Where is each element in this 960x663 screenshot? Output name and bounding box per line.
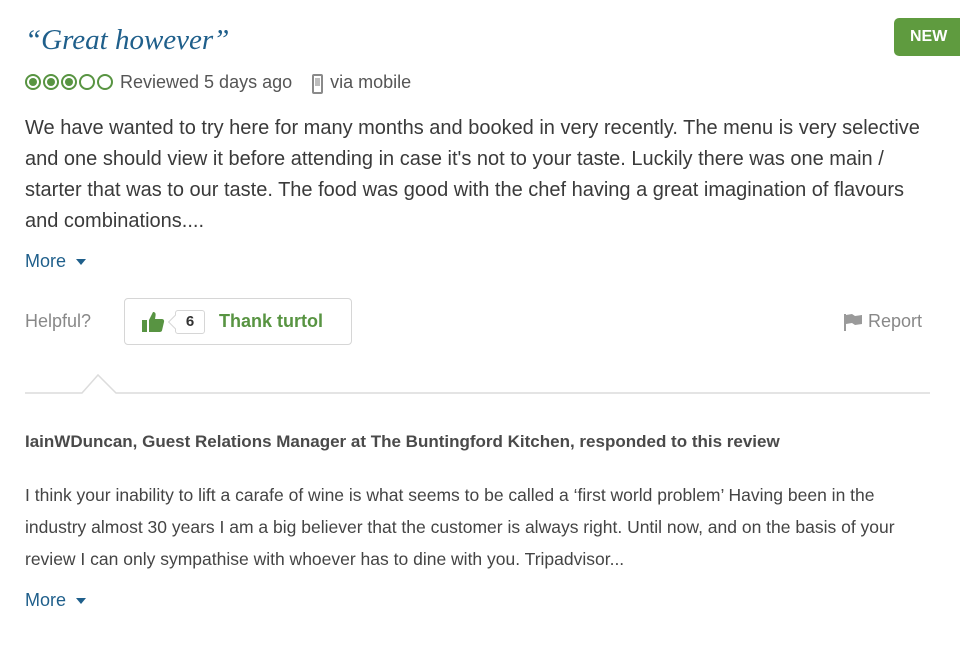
via-mobile-label: via mobile — [330, 71, 412, 92]
bubble-rating — [25, 74, 113, 90]
flag-icon — [844, 313, 862, 331]
review-date: Reviewed 5 days ago — [120, 71, 293, 92]
bubble-filled-icon — [43, 74, 59, 90]
thumbs-up-icon — [142, 311, 165, 332]
thank-label: Thank turtol — [219, 311, 323, 331]
review-title[interactable]: “Great however” — [25, 24, 229, 57]
mobile-icon — [312, 74, 324, 94]
review-more-link[interactable]: More — [25, 251, 87, 272]
caret-down-icon — [76, 597, 87, 604]
owner-response-header: IainWDuncan, Guest Relations Manager at … — [25, 432, 780, 451]
more-label: More — [25, 590, 67, 610]
bubble-filled-icon — [61, 74, 77, 90]
report-link[interactable]: Report — [843, 311, 922, 332]
helpful-label: Helpful? — [25, 311, 92, 331]
owner-response-text: I think your inability to lift a carafe … — [25, 485, 895, 569]
caret-down-icon — [76, 258, 87, 265]
response-divider — [25, 373, 930, 394]
thank-count: 6 — [175, 309, 205, 334]
review-text: We have wanted to try here for many mont… — [25, 117, 920, 232]
more-label: More — [25, 251, 67, 271]
bubble-filled-icon — [25, 74, 41, 90]
report-label: Report — [868, 311, 923, 331]
new-badge: NEW — [894, 18, 960, 56]
rating-row: Reviewed 5 days ago via mobile — [25, 69, 411, 95]
bubble-empty-icon — [97, 74, 113, 90]
bubble-empty-icon — [79, 74, 95, 90]
thank-button[interactable]: 6 Thank turtol — [124, 298, 352, 345]
response-more-link[interactable]: More — [25, 590, 87, 611]
